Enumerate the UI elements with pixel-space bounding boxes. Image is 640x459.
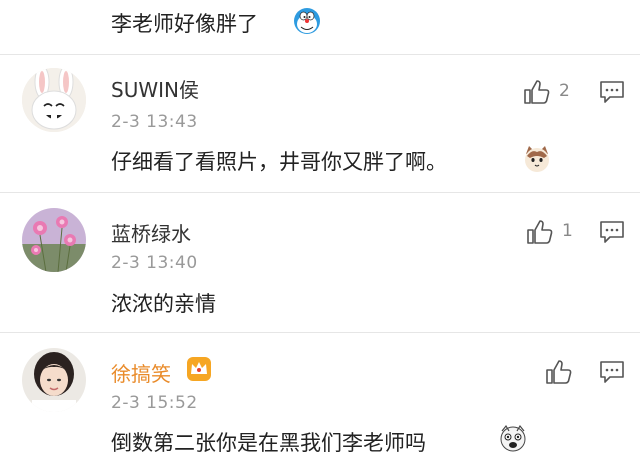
comment-text: 浓浓的亲情: [111, 292, 216, 316]
comment-time: 2-3 15:52: [111, 393, 198, 413]
doraemon-emoji: [294, 8, 320, 34]
rabbit-avatar[interactable]: [22, 68, 86, 132]
divider: [0, 332, 640, 333]
reply-icon[interactable]: [599, 220, 625, 244]
thumbs-up-icon[interactable]: [523, 78, 551, 106]
username[interactable]: 蓝桥绿水: [111, 218, 191, 247]
username[interactable]: SUWIN侯: [111, 74, 199, 103]
crazy-face-emoji: [500, 424, 526, 452]
thumbs-up-icon[interactable]: [526, 218, 554, 246]
comment-time: 2-3 13:40: [111, 253, 198, 273]
divider: [0, 192, 640, 193]
like-count: 1: [562, 221, 573, 241]
username[interactable]: 徐搞笑: [111, 358, 171, 387]
comment-text: 仔细看了看照片，井哥你又胖了啊。: [111, 150, 447, 174]
like-count: 2: [559, 81, 570, 101]
crown-icon: [187, 357, 211, 381]
reply-icon[interactable]: [599, 360, 625, 384]
divider: [0, 54, 640, 55]
cat-face-emoji: [525, 146, 549, 172]
comment-text: 倒数第二张你是在黑我们李老师吗: [111, 431, 426, 455]
top-comment-text: 李老师好像胖了: [111, 12, 258, 36]
comment-time: 2-3 13:43: [111, 112, 198, 132]
flowers-avatar[interactable]: [22, 208, 86, 272]
thumbs-up-icon[interactable]: [545, 358, 573, 386]
reply-icon[interactable]: [599, 80, 625, 104]
girl-avatar[interactable]: [22, 348, 86, 412]
